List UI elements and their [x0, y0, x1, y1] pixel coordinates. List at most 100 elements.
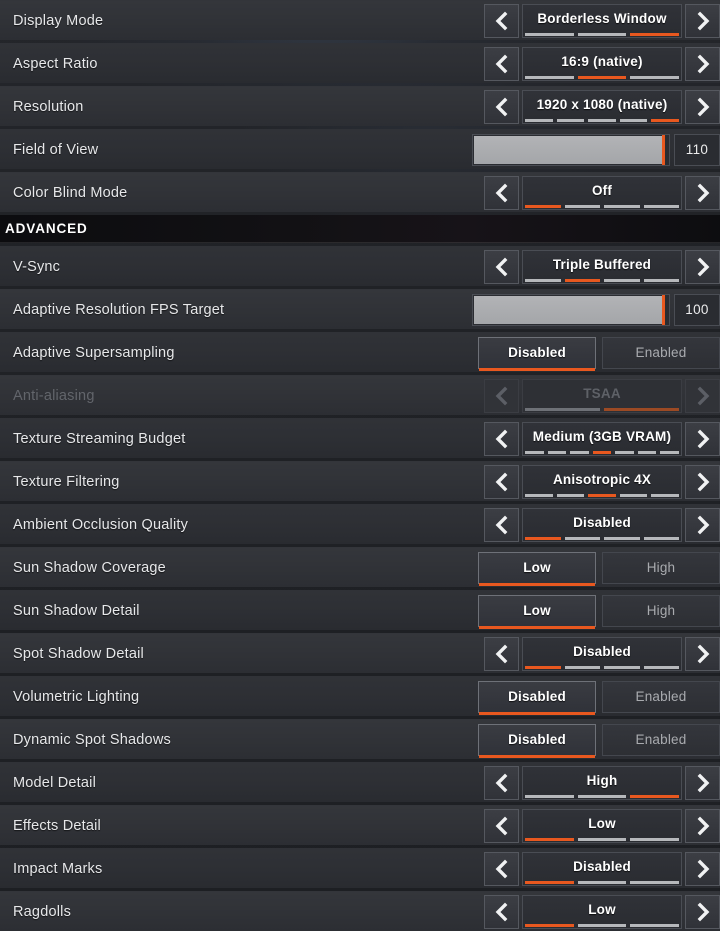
setting-row-adaptive-resolution-fps-target: Adaptive Resolution FPS Target 100 [0, 289, 720, 329]
adaptive-resolution-fps-target-slider[interactable] [472, 293, 670, 326]
segment-indicator [564, 278, 600, 282]
segment-indicator [525, 880, 574, 884]
v-sync-label: V-Sync [13, 258, 61, 275]
adaptive-resolution-fps-target-number-box[interactable]: 100 [674, 293, 720, 326]
segment-indicator [547, 450, 567, 454]
texture-filtering-value[interactable]: Anisotropic 4X [522, 464, 682, 499]
spot-shadow-detail-next-button[interactable] [685, 636, 720, 671]
dynamic-spot-shadows-control: Disabled Enabled [478, 720, 720, 759]
effects-detail-selector: Low [484, 808, 720, 843]
v-sync-next-button[interactable] [685, 249, 720, 284]
ambient-occlusion-quality-prev-button[interactable] [484, 507, 519, 542]
chevron-right-icon [691, 642, 715, 666]
volumetric-lighting-option-1[interactable]: Enabled [602, 680, 720, 713]
chevron-left-icon [490, 95, 514, 119]
sun-shadow-detail-option-0[interactable]: Low [478, 594, 596, 629]
impact-marks-next-button[interactable] [685, 851, 720, 886]
setting-row-ambient-occlusion-quality: Ambient Occlusion Quality Disabled [0, 504, 720, 544]
spot-shadow-detail-value[interactable]: Disabled [522, 636, 682, 671]
impact-marks-control: Disabled [484, 849, 720, 888]
chevron-right-icon [691, 52, 715, 76]
aspect-ratio-prev-button[interactable] [484, 46, 519, 81]
sun-shadow-detail-option-1[interactable]: High [602, 594, 720, 627]
spot-shadow-detail-prev-button[interactable] [484, 636, 519, 671]
dynamic-spot-shadows-option-1[interactable]: Enabled [602, 723, 720, 756]
resolution-next-button[interactable] [685, 89, 720, 124]
texture-streaming-budget-value[interactable]: Medium (3GB VRAM) [522, 421, 682, 456]
chevron-right-icon [691, 95, 715, 119]
spot-shadow-detail-selector: Disabled [484, 636, 720, 671]
adaptive-resolution-fps-target-slider-handle[interactable] [662, 294, 666, 325]
display-mode-prev-button[interactable] [484, 3, 519, 38]
model-detail-segments [525, 794, 680, 798]
chevron-left-icon [490, 427, 514, 451]
resolution-value[interactable]: 1920 x 1080 (native) [522, 89, 682, 124]
selected-underline [479, 582, 595, 586]
texture-filtering-segments [525, 493, 679, 497]
segment-indicator [643, 204, 679, 208]
ragdolls-next-button[interactable] [685, 894, 720, 929]
chevron-right-icon [691, 771, 715, 795]
resolution-segments [525, 118, 679, 122]
segment-indicator [637, 450, 657, 454]
sun-shadow-coverage-option-0[interactable]: Low [478, 551, 596, 586]
chevron-left-icon [490, 814, 514, 838]
display-mode-next-button[interactable] [685, 3, 720, 38]
model-detail-selector: High [484, 765, 720, 800]
ragdolls-prev-button[interactable] [484, 894, 519, 929]
texture-streaming-budget-prev-button[interactable] [484, 421, 519, 456]
field-of-view-slider-handle[interactable] [662, 134, 666, 165]
adaptive-supersampling-option-0[interactable]: Disabled [478, 336, 596, 371]
aspect-ratio-next-button[interactable] [685, 46, 720, 81]
texture-streaming-budget-control: Medium (3GB VRAM) [484, 419, 720, 458]
segment-indicator [525, 837, 574, 841]
field-of-view-number-box[interactable]: 110 [674, 133, 720, 166]
segment-indicator [525, 407, 600, 411]
impact-marks-value[interactable]: Disabled [522, 851, 682, 886]
texture-filtering-control: Anisotropic 4X [484, 462, 720, 501]
dynamic-spot-shadows-option-0[interactable]: Disabled [478, 723, 596, 758]
adaptive-supersampling-option-0-label: Disabled [508, 345, 566, 360]
v-sync-prev-button[interactable] [484, 249, 519, 284]
segment-indicator [604, 536, 640, 540]
segment-indicator [651, 493, 679, 497]
setting-row-spot-shadow-detail: Spot Shadow Detail Disabled [0, 633, 720, 673]
aspect-ratio-value[interactable]: 16:9 (native) [522, 46, 682, 81]
model-detail-prev-button[interactable] [484, 765, 519, 800]
ragdolls-control: Low [484, 892, 720, 931]
chevron-left-icon [490, 384, 514, 408]
resolution-prev-button[interactable] [484, 89, 519, 124]
chevron-right-icon [691, 857, 715, 881]
display-mode-segments [525, 32, 680, 36]
segment-indicator [588, 493, 616, 497]
field-of-view-slider[interactable] [472, 133, 670, 166]
texture-filtering-prev-button[interactable] [484, 464, 519, 499]
color-blind-mode-next-button[interactable] [685, 175, 720, 210]
ambient-occlusion-quality-segments [525, 536, 679, 540]
volumetric-lighting-option-0[interactable]: Disabled [478, 680, 596, 715]
sun-shadow-coverage-toggle: Low High [478, 550, 720, 586]
model-detail-next-button[interactable] [685, 765, 720, 800]
effects-detail-prev-button[interactable] [484, 808, 519, 843]
sun-shadow-coverage-option-1[interactable]: High [602, 551, 720, 584]
chevron-left-icon [490, 857, 514, 881]
ambient-occlusion-quality-value[interactable]: Disabled [522, 507, 682, 542]
impact-marks-prev-button[interactable] [484, 851, 519, 886]
color-blind-mode-prev-button[interactable] [484, 175, 519, 210]
v-sync-value[interactable]: Triple Buffered [522, 249, 682, 284]
aspect-ratio-control: 16:9 (native) [484, 44, 720, 83]
field-of-view-label: Field of View [13, 141, 99, 158]
adaptive-supersampling-option-1-label: Enabled [635, 345, 687, 360]
display-mode-value[interactable]: Borderless Window [522, 3, 682, 38]
model-detail-value[interactable]: High [522, 765, 682, 800]
texture-streaming-budget-next-button[interactable] [685, 421, 720, 456]
color-blind-mode-value[interactable]: Off [522, 175, 682, 210]
effects-detail-value[interactable]: Low [522, 808, 682, 843]
texture-filtering-next-button[interactable] [685, 464, 720, 499]
ambient-occlusion-quality-next-button[interactable] [685, 507, 720, 542]
effects-detail-next-button[interactable] [685, 808, 720, 843]
ragdolls-value[interactable]: Low [522, 894, 682, 929]
model-detail-label: Model Detail [13, 774, 96, 791]
adaptive-supersampling-option-1[interactable]: Enabled [602, 336, 720, 371]
selected-underline [603, 368, 719, 371]
